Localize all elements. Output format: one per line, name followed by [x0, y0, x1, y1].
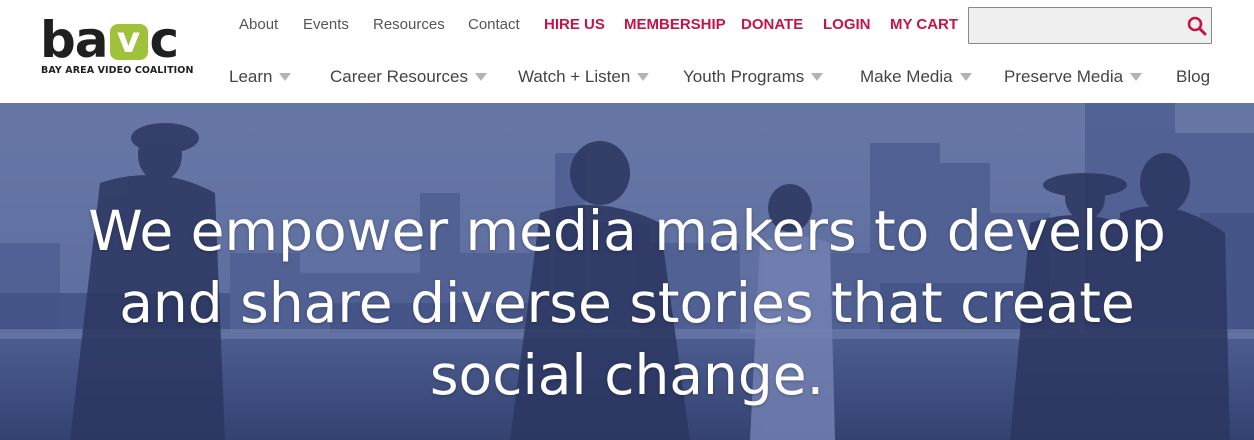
nav-label: Learn: [229, 67, 273, 86]
search-icon[interactable]: [1187, 16, 1207, 36]
util-link-donate[interactable]: DONATE: [741, 16, 803, 33]
search-box: [968, 7, 1212, 44]
nav-label: Watch + Listen: [518, 67, 631, 86]
bavc-logo[interactable]: ba v c BAY AREA VIDEO COALITION: [40, 11, 193, 78]
logo-letter-c: c: [149, 11, 180, 69]
site-header: ba v c BAY AREA VIDEO COALITION About Ev…: [0, 0, 1254, 103]
hero-line-2: and share diverse stories that create: [119, 271, 1135, 335]
hero-banner: We empower media makers to develop and s…: [0, 103, 1254, 440]
util-link-hire-us[interactable]: HIRE US: [544, 16, 605, 33]
hero-line-3: social change.: [429, 343, 825, 407]
logo-letter-v: v: [109, 23, 148, 60]
chevron-down-icon: [811, 73, 824, 81]
chevron-down-icon: [474, 73, 487, 81]
nav-preserve-media[interactable]: Preserve Media: [1004, 66, 1143, 88]
nav-label: Preserve Media: [1004, 67, 1124, 86]
util-link-login[interactable]: LOGIN: [823, 16, 871, 33]
util-link-about[interactable]: About: [239, 16, 278, 33]
chevron-down-icon: [279, 73, 292, 81]
util-link-contact[interactable]: Contact: [468, 16, 520, 33]
nav-learn[interactable]: Learn: [229, 66, 292, 88]
hero-headline: We empower media makers to develop and s…: [0, 195, 1254, 411]
logo-tagline: BAY AREA VIDEO COALITION: [41, 65, 194, 76]
nav-label: Career Resources: [330, 67, 468, 86]
util-link-events[interactable]: Events: [303, 16, 349, 33]
nav-career-resources[interactable]: Career Resources: [330, 66, 487, 88]
nav-watch-listen[interactable]: Watch + Listen: [518, 66, 650, 88]
nav-label: Blog: [1176, 67, 1211, 86]
logo-wordmark: ba v c: [40, 11, 180, 69]
nav-label: Youth Programs: [683, 67, 805, 86]
nav-blog[interactable]: Blog: [1176, 66, 1210, 88]
util-link-membership[interactable]: MEMBERSHIP: [624, 16, 726, 33]
hero-line-1: We empower media makers to develop: [88, 199, 1166, 263]
chevron-down-icon: [1130, 73, 1143, 81]
nav-youth-programs[interactable]: Youth Programs: [683, 66, 824, 88]
chevron-down-icon: [637, 73, 650, 81]
logo-letters-ba: ba: [40, 11, 109, 69]
nav-label: Make Media: [860, 67, 953, 86]
util-link-resources[interactable]: Resources: [373, 16, 445, 33]
search-input[interactable]: [969, 8, 1179, 43]
chevron-down-icon: [959, 73, 972, 81]
util-link-my-cart[interactable]: MY CART: [890, 16, 958, 33]
nav-make-media[interactable]: Make Media: [860, 66, 972, 88]
